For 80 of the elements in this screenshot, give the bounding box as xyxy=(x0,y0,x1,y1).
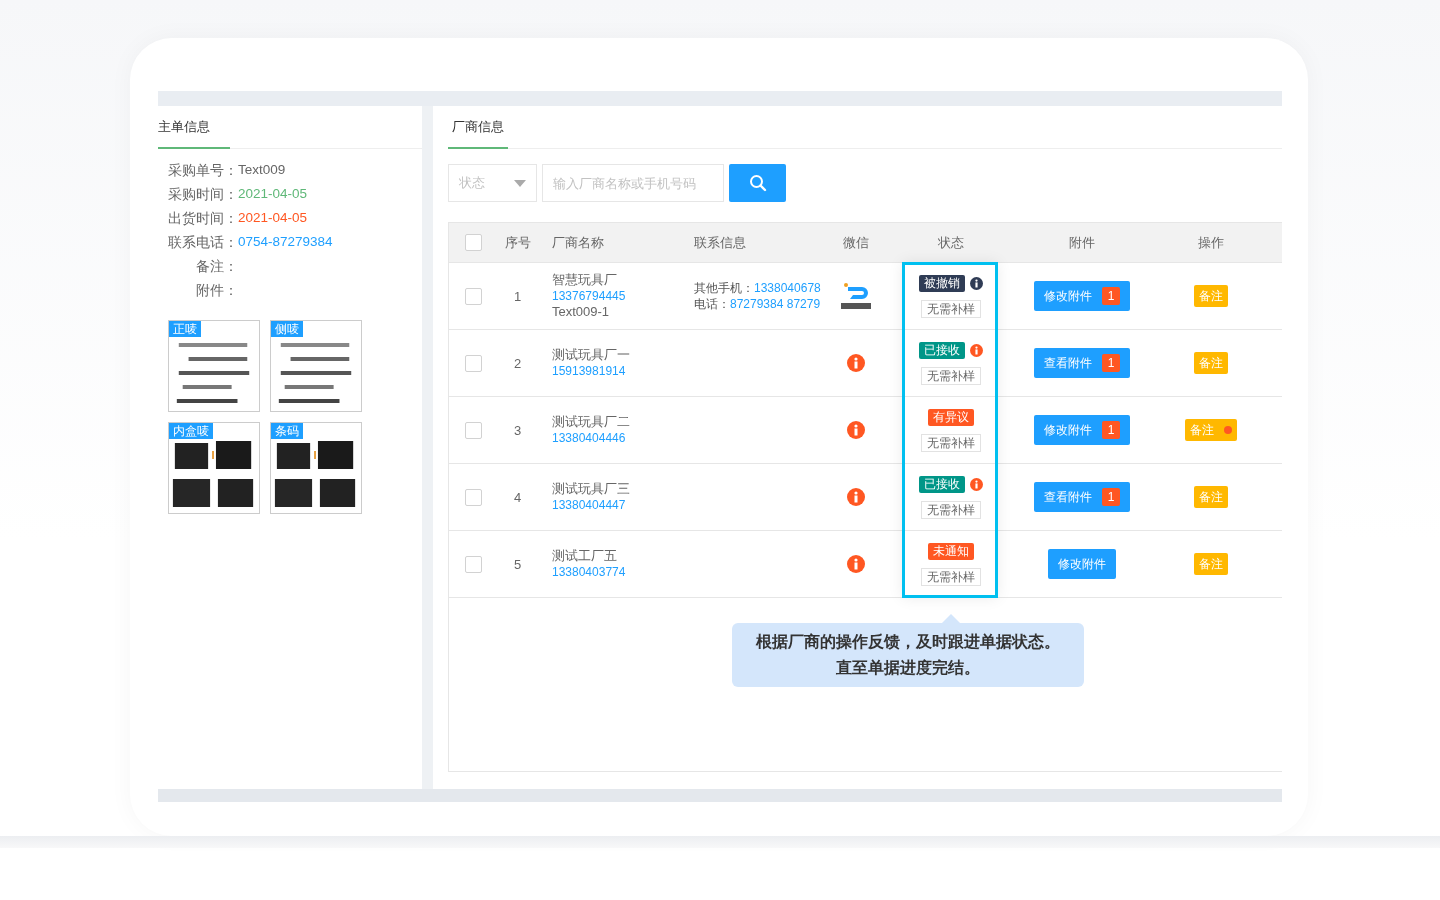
column-header: 附件 xyxy=(1069,233,1095,252)
checkbox[interactable] xyxy=(464,287,482,305)
phone-link[interactable]: 13380403774 xyxy=(552,564,626,580)
vendor-name: 测试玩具厂一 xyxy=(552,347,630,363)
status-tag: 已接收 xyxy=(919,475,965,493)
field-label: 出货时间： xyxy=(167,210,238,228)
vendor-name: 测试玩具厂二 xyxy=(552,414,630,430)
sample-tag: 无需补样 xyxy=(921,433,981,452)
vendor-name: 测试工厂五 xyxy=(552,548,617,564)
checkbox[interactable] xyxy=(464,488,482,506)
field-label: 附件： xyxy=(195,282,238,300)
panel-tab[interactable]: 主单信息 xyxy=(158,118,230,149)
info-icon[interactable] xyxy=(970,276,983,290)
field-value: 2021-04-05 xyxy=(238,186,309,203)
checkbox[interactable] xyxy=(464,234,482,251)
phone-link[interactable]: 13380404446 xyxy=(552,430,626,446)
checkbox[interactable] xyxy=(464,555,482,573)
image-tag: 侧唛 xyxy=(271,321,303,337)
search-icon xyxy=(748,174,767,192)
row-number: 4 xyxy=(513,489,522,505)
sample-tag: 无需补样 xyxy=(921,299,981,318)
contact-label: 电话： xyxy=(694,297,730,311)
checkbox[interactable] xyxy=(464,354,482,372)
status-tag: 未通知 xyxy=(928,542,974,560)
phone-link[interactable]: 13376794445 xyxy=(552,288,626,304)
field-label: 备注： xyxy=(195,258,238,276)
field-label: 联系电话： xyxy=(167,234,238,252)
field-label: 采购时间： xyxy=(167,186,238,204)
image-tag: 条码 xyxy=(271,423,303,439)
count-badge: 1 xyxy=(1101,488,1121,506)
vendor-note: Text009-1 xyxy=(552,304,610,320)
status-tag: 有异议 xyxy=(928,408,974,426)
column-header: 状态 xyxy=(938,233,964,252)
phone-link[interactable]: 15913981914 xyxy=(552,363,626,379)
contact-label: 其他手机： xyxy=(694,281,754,295)
field-value: 2021-04-05 xyxy=(238,210,309,227)
column-header: 微信 xyxy=(843,233,869,252)
remark-button[interactable]: 备注 xyxy=(1185,419,1237,441)
caret-icon xyxy=(514,179,526,187)
contact-value: 87279384 87279 xyxy=(730,297,821,311)
attachment-button[interactable]: 修改附件 1 xyxy=(1033,415,1131,445)
remark-button[interactable]: 备注 xyxy=(1194,553,1228,575)
contact-value: 1338040678 xyxy=(754,281,821,295)
attachment-button[interactable]: 修改附件 1 xyxy=(1033,281,1131,311)
row-number: 5 xyxy=(513,556,522,572)
column-header: 联系信息 xyxy=(694,233,746,252)
column-header: 厂商名称 xyxy=(552,233,604,252)
remark-button[interactable]: 备注 xyxy=(1194,285,1228,307)
column-header: 序号 xyxy=(504,233,531,252)
phone-link[interactable]: 13380404447 xyxy=(552,497,626,513)
sample-tag: 无需补样 xyxy=(921,366,981,385)
row-number: 3 xyxy=(513,422,522,438)
image-tag: 正唛 xyxy=(169,321,201,337)
remark-button[interactable]: 备注 xyxy=(1194,352,1228,374)
vendor-name: 智慧玩具厂 xyxy=(552,272,617,288)
column-header: 操作 xyxy=(1198,233,1224,252)
attachment-button[interactable]: 修改附件 xyxy=(1048,549,1116,579)
remark-button[interactable]: 备注 xyxy=(1194,486,1228,508)
image-tag: 内盒唛 xyxy=(169,423,213,439)
tooltip-text: 直至单据进度完结。 xyxy=(836,658,980,678)
field-label: 采购单号： xyxy=(167,162,238,180)
count-badge: 1 xyxy=(1101,421,1121,439)
count-badge: 1 xyxy=(1101,354,1121,372)
count-badge: 1 xyxy=(1101,287,1121,305)
status-tag: 已接收 xyxy=(919,341,965,359)
sample-tag: 无需补样 xyxy=(921,567,981,586)
status-tag: 被撤销 xyxy=(919,274,965,292)
field-value: Text009 xyxy=(238,162,287,179)
status-select[interactable]: 状态 xyxy=(448,164,537,202)
attachment-button[interactable]: 查看附件 1 xyxy=(1033,348,1131,378)
search-button[interactable] xyxy=(729,164,786,202)
vendor-name: 测试玩具厂三 xyxy=(552,481,630,497)
checkbox[interactable] xyxy=(464,421,482,439)
attachment-button[interactable]: 查看附件 1 xyxy=(1033,482,1131,512)
field-value: 0754-87279384 xyxy=(238,234,334,251)
tooltip-text: 根据厂商的操作反馈，及时跟进单据状态。 xyxy=(756,632,1060,652)
row-number: 2 xyxy=(513,355,522,371)
sample-tag: 无需补样 xyxy=(921,500,981,519)
row-number: 1 xyxy=(513,288,522,304)
panel-tab[interactable]: 厂商信息 xyxy=(448,118,508,149)
